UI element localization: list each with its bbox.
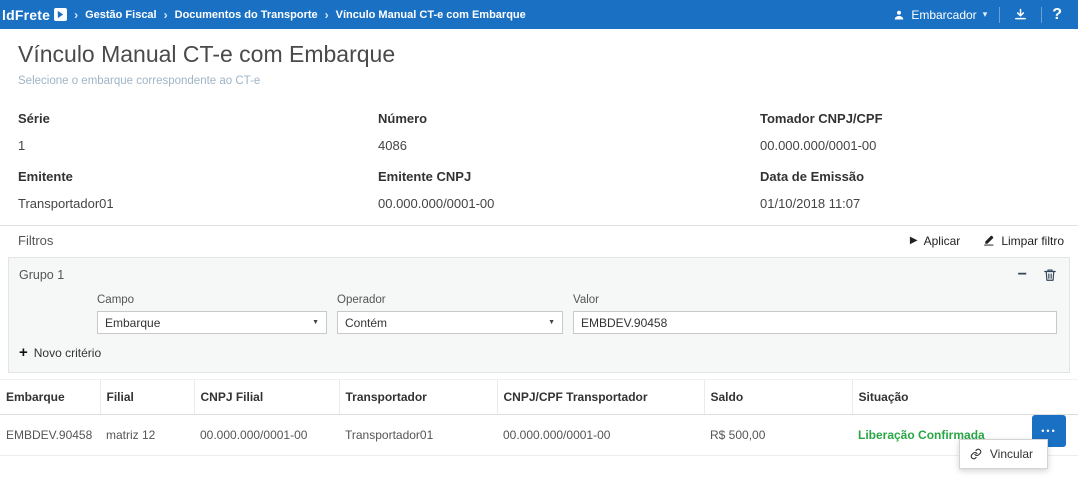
field-data-emissao-label: Data de Emissão [760, 169, 1060, 184]
operador-control: Operador Contém ▼ [337, 294, 563, 334]
valor-input[interactable] [573, 311, 1057, 334]
operador-select-value: Contém [345, 316, 387, 330]
field-tomador-cnpj: Tomador CNPJ/CPF 00.000.000/0001-00 [760, 111, 1060, 153]
brand-logo[interactable]: ldFrete [0, 7, 67, 23]
select-arrow-icon: ▼ [540, 319, 555, 326]
brand-flag-icon [54, 8, 67, 21]
new-criteria-label: Novo critério [34, 346, 101, 360]
header-embarque: Embarque [0, 380, 100, 415]
field-emitente-cnpj: Emitente CNPJ 00.000.000/0001-00 [378, 169, 760, 211]
header-cnpj-transportador: CNPJ/CPF Transportador [497, 380, 704, 415]
field-serie-label: Série [18, 111, 378, 126]
select-arrow-icon: ▼ [304, 319, 319, 326]
filters-actions: ▶ Aplicar Limpar filtro [910, 234, 1064, 248]
filter-group-panel: Grupo 1 − Campo Embarque ▼ Operador Cont… [8, 257, 1070, 373]
vincular-label: Vincular [990, 447, 1033, 461]
field-numero: Número 4086 [378, 111, 760, 153]
plus-icon: + [19, 347, 28, 359]
apply-filter-label: Aplicar [924, 234, 961, 248]
breadcrumb-separator-icon: › [325, 8, 329, 22]
page-title: Vínculo Manual CT-e com Embarque [18, 41, 1060, 68]
chevron-down-icon: ▾ [983, 9, 988, 20]
trash-icon [1043, 268, 1057, 282]
valor-label: Valor [573, 294, 1057, 306]
cell-saldo: R$ 500,00 [704, 415, 852, 456]
breadcrumb-vinculo-manual[interactable]: Vínculo Manual CT-e com Embarque [336, 9, 526, 21]
field-numero-label: Número [378, 111, 760, 126]
cte-details-grid: Série 1 Número 4086 Tomador CNPJ/CPF 00.… [0, 87, 1078, 225]
field-tomador-cnpj-value: 00.000.000/0001-00 [760, 138, 1060, 153]
header-cnpj-filial: CNPJ Filial [194, 380, 339, 415]
field-numero-value: 4086 [378, 138, 760, 153]
breadcrumb-gestao-fiscal[interactable]: Gestão Fiscal [85, 9, 157, 21]
field-data-emissao: Data de Emissão 01/10/2018 11:07 [760, 169, 1060, 211]
field-data-emissao-value: 01/10/2018 11:07 [760, 196, 1060, 211]
clear-filter-label: Limpar filtro [1001, 234, 1064, 248]
play-icon: ▶ [910, 235, 918, 246]
field-serie-value: 1 [18, 138, 378, 153]
results-table: Embarque Filial CNPJ Filial Transportado… [0, 379, 1078, 456]
filter-group-header: Grupo 1 − [19, 268, 1057, 282]
user-menu-label: Embarcador [911, 8, 976, 22]
download-icon [1013, 7, 1028, 22]
user-icon [893, 9, 905, 21]
cell-cnpj-filial: 00.000.000/0001-00 [194, 415, 339, 456]
field-emitente-cnpj-value: 00.000.000/0001-00 [378, 196, 760, 211]
field-emitente: Emitente Transportador01 [18, 169, 378, 211]
campo-select-value: Embarque [105, 316, 160, 330]
brand-name: ldFrete [2, 7, 50, 23]
field-emitente-label: Emitente [18, 169, 378, 184]
operador-select[interactable]: Contém ▼ [337, 311, 563, 334]
header-transportador: Transportador [339, 380, 497, 415]
delete-group-button[interactable] [1043, 268, 1057, 282]
operador-label: Operador [337, 294, 563, 306]
page-subtitle: Selecione o embarque correspondente ao C… [18, 75, 1060, 87]
breadcrumb-documentos-transporte[interactable]: Documentos do Transporte [175, 9, 318, 21]
field-emitente-cnpj-label: Emitente CNPJ [378, 169, 760, 184]
filters-title: Filtros [18, 233, 53, 248]
breadcrumb-separator-icon: › [164, 8, 168, 22]
cell-cnpj-transportador: 00.000.000/0001-00 [497, 415, 704, 456]
cell-embarque: EMBDEV.90458 [0, 415, 100, 456]
filters-bar: Filtros ▶ Aplicar Limpar filtro [0, 225, 1078, 253]
new-criteria-button[interactable]: + Novo critério [19, 346, 1057, 360]
collapse-group-button[interactable]: − [1018, 269, 1027, 281]
header-filial: Filial [100, 380, 194, 415]
breadcrumb-separator-icon: › [74, 8, 78, 22]
topbar-right-cluster: Embarcador ▾ ? [881, 6, 1066, 24]
download-button[interactable] [1000, 7, 1041, 22]
vincular-menu-item[interactable]: Vincular [959, 439, 1048, 469]
clear-filter-button[interactable]: Limpar filtro [982, 234, 1064, 248]
top-navigation-bar: ldFrete › Gestão Fiscal › Documentos do … [0, 0, 1078, 29]
campo-control: Campo Embarque ▼ [97, 294, 327, 334]
field-tomador-cnpj-label: Tomador CNPJ/CPF [760, 111, 1060, 126]
criteria-row: Campo Embarque ▼ Operador Contém ▼ Valor [19, 294, 1057, 334]
help-button[interactable]: ? [1042, 6, 1066, 24]
filter-group-tools: − [1018, 268, 1057, 282]
results-table-container: Embarque Filial CNPJ Filial Transportado… [0, 379, 1078, 456]
campo-select[interactable]: Embarque ▼ [97, 311, 327, 334]
field-serie: Série 1 [18, 111, 378, 153]
header-situacao: Situação [852, 380, 1078, 415]
valor-control: Valor [573, 294, 1057, 334]
page-header: Vínculo Manual CT-e com Embarque Selecio… [0, 29, 1078, 87]
table-header-row: Embarque Filial CNPJ Filial Transportado… [0, 380, 1078, 415]
user-menu[interactable]: Embarcador ▾ [881, 8, 999, 22]
filter-group-title: Grupo 1 [19, 268, 64, 282]
apply-filter-button[interactable]: ▶ Aplicar [910, 234, 960, 248]
cell-transportador: Transportador01 [339, 415, 497, 456]
link-icon [970, 448, 982, 460]
cell-filial: matriz 12 [100, 415, 194, 456]
table-row[interactable]: EMBDEV.90458 matriz 12 00.000.000/0001-0… [0, 415, 1078, 456]
campo-label: Campo [97, 294, 327, 306]
header-saldo: Saldo [704, 380, 852, 415]
eraser-icon [982, 234, 995, 247]
field-emitente-value: Transportador01 [18, 196, 378, 211]
